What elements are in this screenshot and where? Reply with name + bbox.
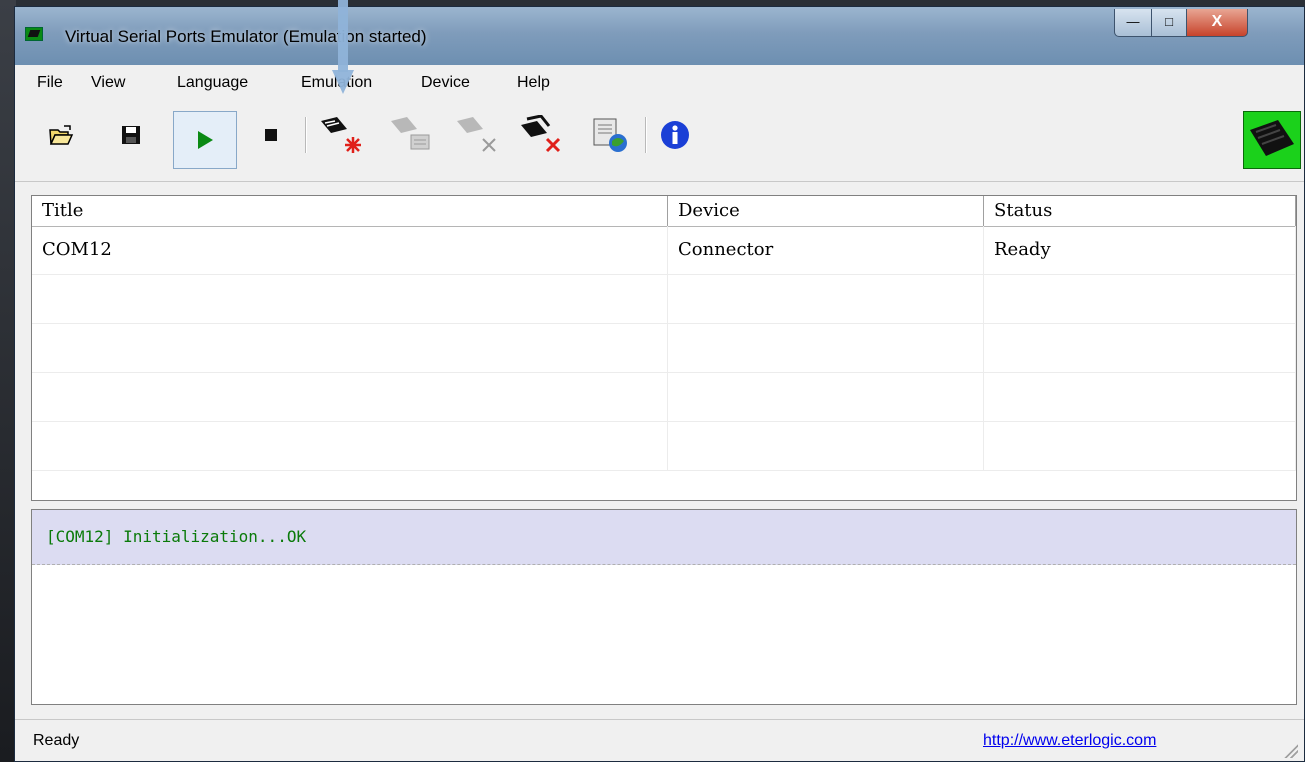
delete-all-devices-icon — [521, 115, 561, 153]
log-entry-text: [COM12] Initialization...OK — [46, 527, 307, 546]
connection-status-icon — [1243, 111, 1301, 169]
stop-emulation-icon — [265, 129, 277, 141]
toolbar — [15, 101, 1304, 182]
menu-language[interactable]: Language — [177, 74, 248, 92]
cell-device — [668, 422, 984, 470]
cell-title: COM12 — [32, 226, 668, 274]
resize-grip-icon[interactable] — [1284, 744, 1298, 758]
maximize-button[interactable]: □ — [1151, 9, 1187, 37]
cell-status — [984, 324, 1296, 372]
cell-status: Ready — [984, 226, 1296, 274]
toolbar-separator — [305, 117, 307, 153]
table-row[interactable] — [32, 275, 1296, 324]
main-window: Virtual Serial Ports Emulator (Emulation… — [14, 6, 1305, 762]
window-title: Virtual Serial Ports Emulator (Emulation… — [65, 27, 427, 46]
cell-device — [668, 324, 984, 372]
menu-bar: File View Language Emulation Device Help — [15, 65, 1304, 101]
edit-device-button[interactable] — [385, 115, 439, 155]
table-row[interactable]: COM12 Connector Ready — [32, 226, 1296, 275]
log-panel[interactable]: [COM12] Initialization...OK — [31, 509, 1297, 705]
menu-help[interactable]: Help — [517, 74, 550, 92]
info-icon — [661, 121, 689, 149]
table-row[interactable] — [32, 373, 1296, 422]
delete-device-button[interactable] — [451, 115, 505, 155]
cell-status — [984, 422, 1296, 470]
table-row[interactable] — [32, 422, 1296, 471]
create-device-button[interactable] — [315, 115, 369, 155]
minimize-icon: — — [1126, 14, 1140, 29]
cell-device — [668, 373, 984, 421]
menu-device[interactable]: Device — [421, 74, 470, 92]
cell-title — [32, 275, 668, 323]
column-header-status[interactable]: Status — [984, 196, 1296, 226]
column-header-device[interactable]: Device — [668, 196, 984, 226]
close-button[interactable]: X — [1186, 9, 1248, 37]
delete-all-devices-button[interactable] — [515, 115, 569, 155]
cell-device — [668, 275, 984, 323]
app-icon — [25, 27, 43, 41]
edit-device-icon — [391, 117, 430, 150]
table-row[interactable] — [32, 324, 1296, 373]
open-icon — [49, 125, 74, 145]
network-settings-button[interactable] — [583, 115, 637, 155]
annotation-arrow-icon — [332, 0, 354, 94]
start-emulation-button[interactable] — [173, 111, 237, 169]
open-button[interactable] — [41, 115, 81, 155]
stop-emulation-button[interactable] — [251, 115, 291, 155]
cell-title — [32, 373, 668, 421]
column-header-title[interactable]: Title — [32, 196, 668, 226]
create-device-icon — [321, 117, 361, 153]
cell-device: Connector — [668, 226, 984, 274]
delete-device-icon — [457, 117, 496, 152]
info-button[interactable] — [655, 115, 695, 155]
save-button[interactable] — [111, 115, 151, 155]
start-emulation-icon — [198, 131, 213, 149]
cell-title — [32, 422, 668, 470]
title-bar[interactable]: Virtual Serial Ports Emulator (Emulation… — [15, 7, 1304, 65]
log-entry: [COM12] Initialization...OK — [32, 510, 1296, 565]
status-bar: Ready http://www.eterlogic.com — [15, 719, 1304, 761]
close-icon: X — [1211, 13, 1223, 30]
cell-status — [984, 373, 1296, 421]
maximize-icon: □ — [1165, 14, 1173, 29]
save-icon — [122, 126, 140, 144]
cell-status — [984, 275, 1296, 323]
minimize-button[interactable]: — — [1114, 9, 1152, 37]
table-header: Title Device Status — [32, 196, 1296, 227]
website-link[interactable]: http://www.eterlogic.com — [983, 732, 1156, 750]
network-settings-icon — [593, 118, 627, 152]
cell-title — [32, 324, 668, 372]
menu-view[interactable]: View — [91, 74, 125, 92]
device-table: Title Device Status COM12 Connector Read… — [31, 195, 1297, 501]
status-text: Ready — [33, 732, 80, 749]
menu-file[interactable]: File — [37, 74, 63, 92]
toolbar-separator — [645, 117, 647, 153]
